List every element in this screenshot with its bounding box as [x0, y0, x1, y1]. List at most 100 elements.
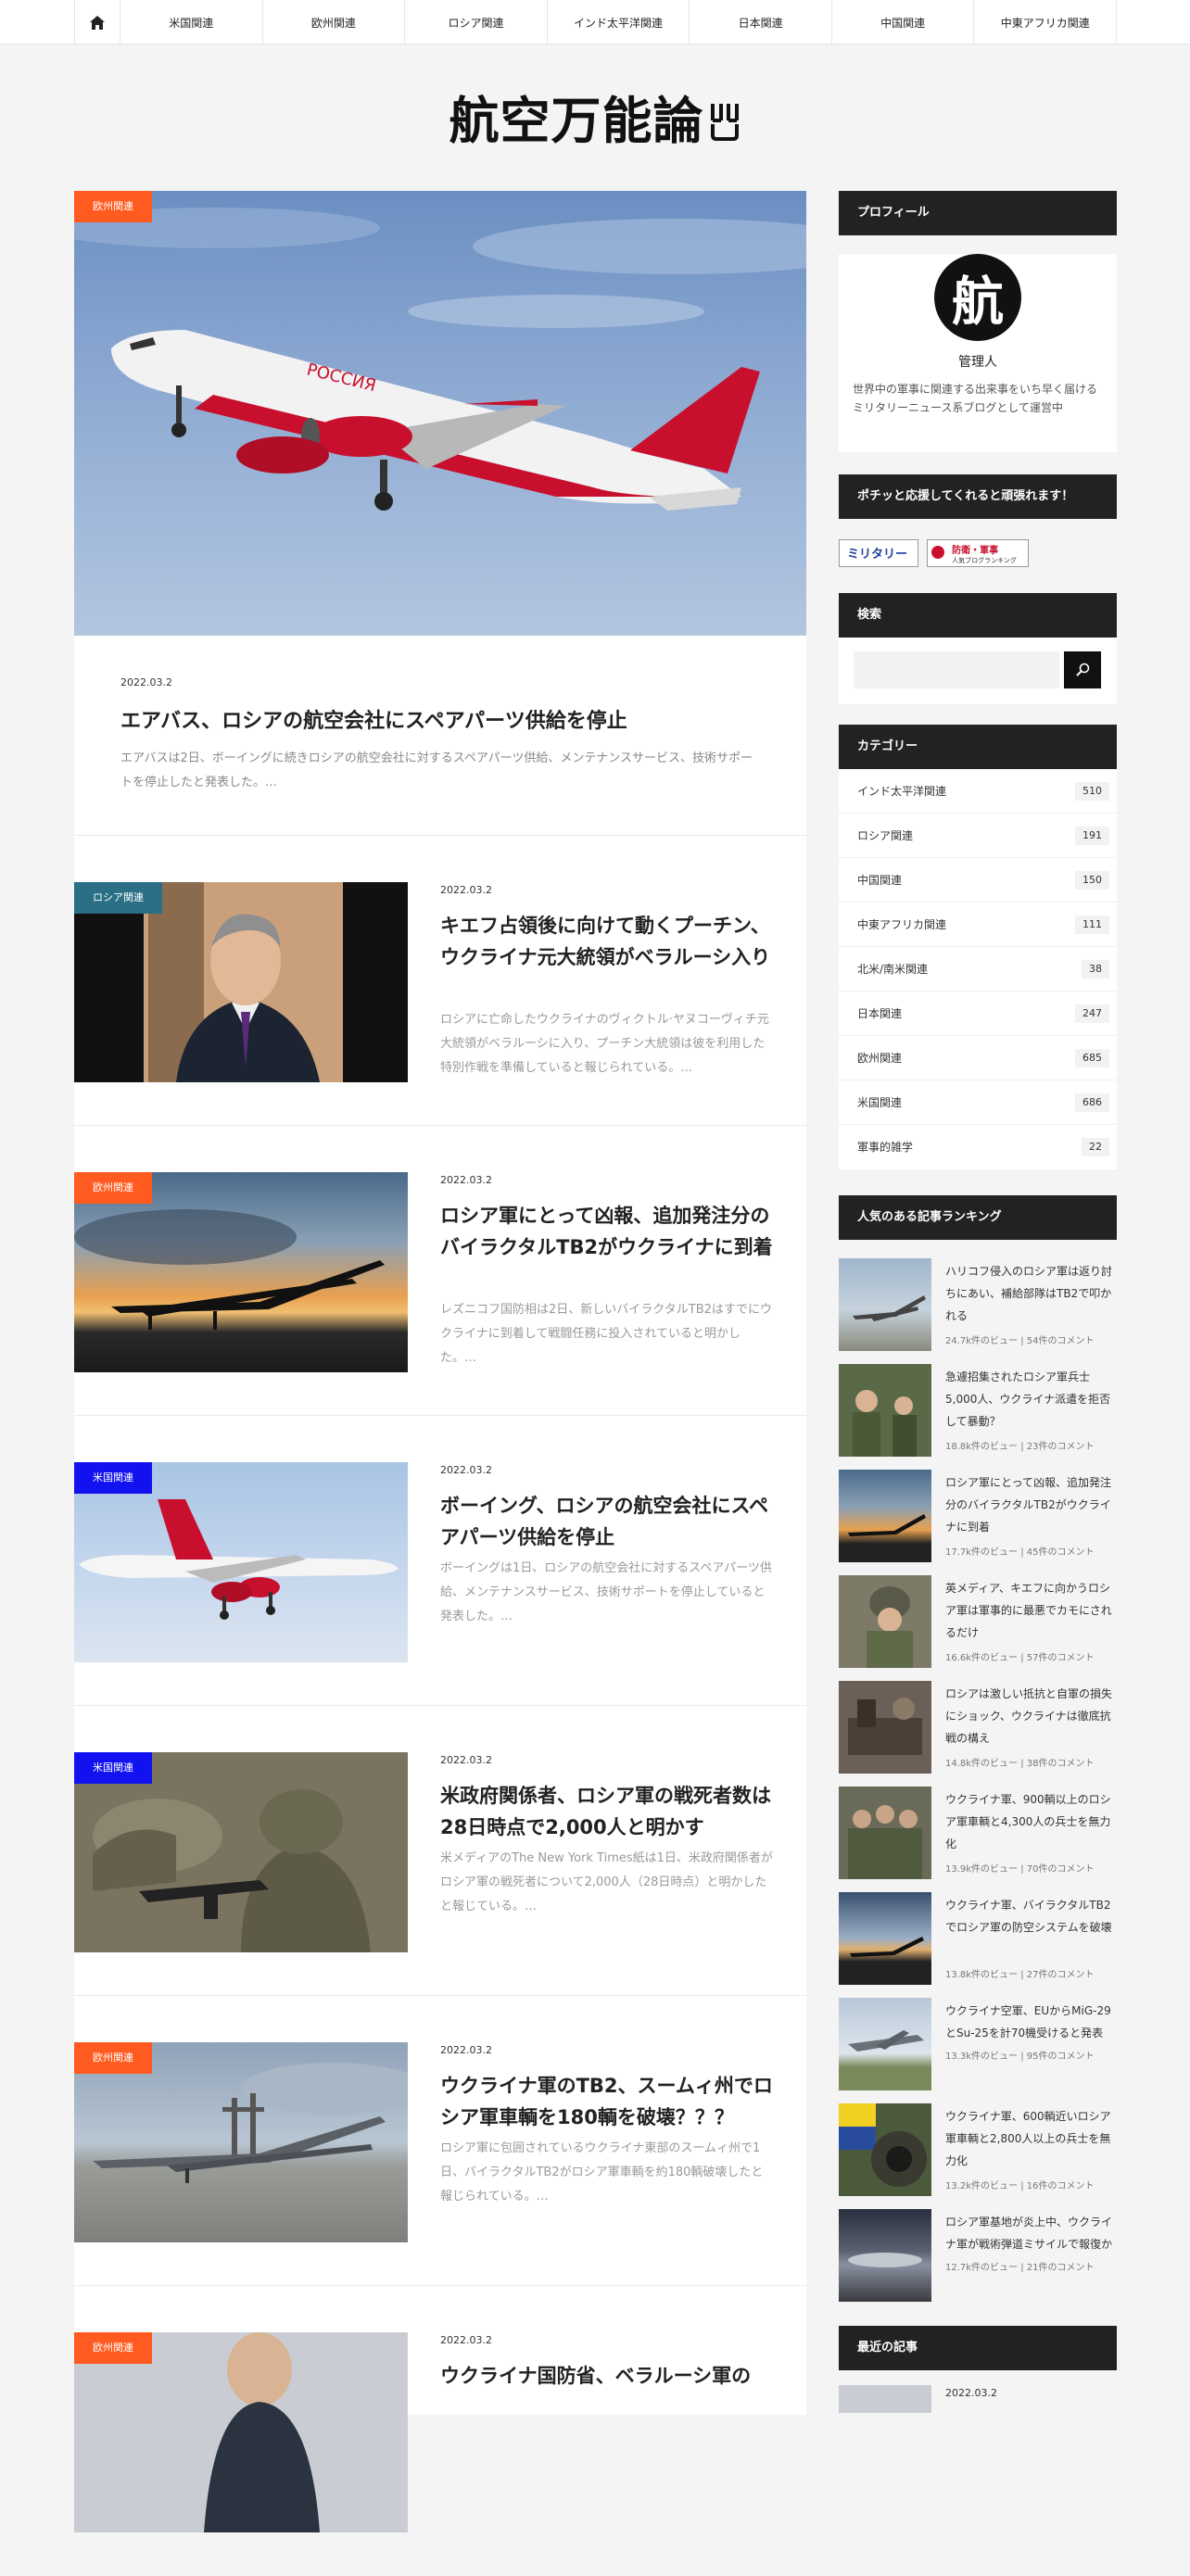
ranking-meta: 13.2k件のビュー | 16件のコメント	[945, 2181, 1095, 2191]
featured-thumbnail[interactable]: РОССИЯ	[74, 191, 806, 636]
ranking-list: ハリコフ侵入のロシア軍は返り討ちにあい、補給部隊はTB2で叩かれる 24.7k件…	[839, 1240, 1117, 2315]
post-title[interactable]: キエフ占領後に向けて動くプーチン、ウクライナ元大統領がベラルーシ入り	[440, 910, 774, 973]
ranking-thumbnail[interactable]	[839, 1258, 931, 1351]
ranking-title[interactable]: ウクライナ軍、バイラクタルTB2でロシア軍の防空システムを破壊	[945, 1894, 1117, 1938]
category-item[interactable]: 中東アフリカ関連 111	[839, 903, 1117, 947]
category-badge[interactable]: 欧州関連	[74, 2332, 152, 2364]
category-name: 北米/南米関連	[857, 963, 929, 976]
nav-item-europe[interactable]: 欧州関連	[263, 0, 406, 44]
ranking-title[interactable]: ウクライナ軍、600輌近いロシア軍車輌と2,800人以上の兵士を無力化	[945, 2105, 1117, 2172]
home-icon[interactable]	[75, 0, 120, 44]
ranking-item[interactable]: ロシア軍基地が炎上中、ウクライナ軍が戦術弾道ミサイルで報復か 12.7k件のビュ…	[839, 2209, 1117, 2315]
article-card[interactable]: 欧州関連 2022.03.2 ウクライナ軍のTB2、スームィ州でロシア軍車輌を1…	[74, 1996, 806, 2286]
category-badge[interactable]: 欧州関連	[74, 191, 152, 222]
widget-title-ranking: 人気のある記事ランキング	[839, 1195, 1117, 1240]
article-card[interactable]: 欧州関連 2022.03.2 ウクライナ国防省、ベラルーシ軍の	[74, 2286, 806, 2576]
category-count: 150	[1075, 871, 1109, 890]
category-badge[interactable]: 欧州関連	[74, 2042, 152, 2074]
ranking-thumbnail[interactable]	[839, 1575, 931, 1668]
ranking-item[interactable]: ウクライナ空軍、EUからMiG-29とSu-25を計70機受けると発表 13.3…	[839, 1998, 1117, 2103]
ranking-title[interactable]: ウクライナ軍、900輌以上のロシア軍車輌と4,300人の兵士を無力化	[945, 1788, 1117, 1855]
category-name: インド太平洋関連	[857, 785, 947, 798]
ranking-title[interactable]: ロシアは激しい抵抗と自軍の損失にショック、ウクライナは徹底抗戦の構え	[945, 1683, 1117, 1749]
ranking-item[interactable]: ウクライナ軍、600輌近いロシア軍車輌と2,800人以上の兵士を無力化 13.2…	[839, 2103, 1117, 2209]
post-excerpt: 米メディアのThe New York Times紙は1日、米政府関係者がロシア軍…	[440, 1851, 773, 1913]
category-badge[interactable]: 米国関連	[74, 1462, 152, 1494]
post-title[interactable]: エアバス、ロシアの航空会社にスペアパーツ供給を停止	[120, 704, 760, 734]
category-item[interactable]: 米国関連 686	[839, 1080, 1117, 1125]
ranking-thumbnail[interactable]	[839, 1681, 931, 1774]
ranking-meta: 18.8k件のビュー | 23件のコメント	[945, 1442, 1095, 1452]
ranking-thumbnail[interactable]	[839, 2209, 931, 2302]
post-title[interactable]: ボーイング、ロシアの航空会社にスペアパーツ供給を停止	[440, 1490, 774, 1553]
banner-label: 防衛・軍事	[952, 546, 999, 556]
post-date: 2022.03.2	[440, 1174, 492, 1186]
featured-article[interactable]: РОССИЯ 欧州関連 2022.03.2 エアバス、ロシアの航空会社にスペアパ…	[74, 191, 806, 836]
ranking-item[interactable]: ハリコフ侵入のロシア軍は返り討ちにあい、補給部隊はTB2で叩かれる 24.7k件…	[839, 1258, 1117, 1364]
article-card[interactable]: ロシア関連 2022.03.2 キエフ占領後に向けて動くプーチン、ウクライナ元大…	[74, 836, 806, 1126]
category-item[interactable]: ロシア関連 191	[839, 814, 1117, 858]
widget-title-categories: カテゴリー	[839, 725, 1117, 769]
nav-item-china[interactable]: 中国関連	[832, 0, 975, 44]
banner-label: ミリタリー	[847, 548, 908, 562]
sidebar: プロフィール 航 管理人 世界中の軍事に関連する出来事をいち早く届けるミリタリー…	[839, 191, 1117, 2413]
nav-item-indo-pacific[interactable]: インド太平洋関連	[548, 0, 690, 44]
ranking-title[interactable]: ウクライナ空軍、EUからMiG-29とSu-25を計70機受けると発表	[945, 2000, 1117, 2044]
ranking-title[interactable]: 急遽招集されたロシア軍兵士5,000人、ウクライナ派遣を拒否して暴動？	[945, 1366, 1117, 1433]
post-excerpt: ロシアに亡命したウクライナのヴィクトル·ヤヌコーヴィチ元大統領がベラルーシに入り…	[440, 1013, 769, 1075]
post-title[interactable]: 米政府関係者、ロシア軍の戦死者数は28日時点で2,000人と明かす	[440, 1780, 774, 1843]
category-count: 38	[1082, 960, 1109, 979]
category-item[interactable]: 中国関連 150	[839, 858, 1117, 903]
ranking-thumbnail[interactable]	[839, 1364, 931, 1457]
ranking-title[interactable]: ロシア軍にとって凶報、追加発注分のバイラクタルTB2がウクライナに到着	[945, 1471, 1117, 1538]
recent-thumbnail[interactable]	[839, 2385, 931, 2413]
category-item[interactable]: 軍事的雑学 22	[839, 1125, 1117, 1169]
ranking-thumbnail[interactable]	[839, 1998, 931, 2090]
category-badge[interactable]: ロシア関連	[74, 882, 162, 914]
post-excerpt: ボーイングは1日、ロシアの航空会社に対するスペアパーツ供給、メンテナンスサービス…	[440, 1561, 772, 1623]
site-logo[interactable]: 航空万能論	[0, 83, 1190, 150]
ranking-title[interactable]: 英メディア、キエフに向かうロシア軍は軍事的に最悪でカモにされるだけ	[945, 1577, 1117, 1644]
ranking-item[interactable]: 英メディア、キエフに向かうロシア軍は軍事的に最悪でカモにされるだけ 16.6k件…	[839, 1575, 1117, 1681]
search-button[interactable]	[1064, 651, 1101, 688]
article-card[interactable]: 米国関連 2022.03.2 米政府関係者、ロシア軍の戦死者数は28日時点で2,…	[74, 1706, 806, 1996]
category-badge[interactable]: 米国関連	[74, 1752, 152, 1784]
ranking-thumbnail[interactable]	[839, 2103, 931, 2196]
category-count: 191	[1075, 827, 1109, 845]
category-item[interactable]: 北米/南米関連 38	[839, 947, 1117, 991]
category-item[interactable]: 日本関連 247	[839, 991, 1117, 1036]
ranking-banner-defense[interactable]: 防衛・軍事 人気ブログランキング	[927, 539, 1030, 567]
nav-item-us[interactable]: 米国関連	[120, 0, 263, 44]
ranking-thumbnail[interactable]	[839, 1470, 931, 1562]
post-date: 2022.03.2	[440, 1754, 492, 1766]
ranking-thumbnail[interactable]	[839, 1892, 931, 1985]
post-excerpt: レズニコフ国防相は2日、新しいバイラクタルTB2はすでにウクライナに到着して戦闘…	[440, 1303, 773, 1365]
nav-item-japan[interactable]: 日本関連	[690, 0, 832, 44]
category-count: 686	[1075, 1093, 1109, 1112]
widget-title-search: 検索	[839, 593, 1117, 638]
top-navigation: 米国関連 欧州関連 ロシア関連 インド太平洋関連 日本関連 中国関連 中東アフリ…	[0, 0, 1190, 44]
ranking-thumbnail[interactable]	[839, 1787, 931, 1879]
ranking-banner-military[interactable]: ミリタリー	[839, 539, 918, 567]
ranking-item[interactable]: 急遽招集されたロシア軍兵士5,000人、ウクライナ派遣を拒否して暴動？ 18.8…	[839, 1364, 1117, 1470]
article-card[interactable]: 欧州関連 2022.03.2 ロシア軍にとって凶報、追加発注分のバイラクタルTB…	[74, 1126, 806, 1416]
ranking-item[interactable]: ウクライナ軍、900輌以上のロシア軍車輌と4,300人の兵士を無力化 13.9k…	[839, 1787, 1117, 1892]
search-input[interactable]	[854, 651, 1059, 688]
post-title[interactable]: ウクライナ軍のTB2、スームィ州でロシア軍車輌を180輌を破壊？？？	[440, 2070, 774, 2133]
nav-item-middle-east-africa[interactable]: 中東アフリカ関連	[974, 0, 1118, 44]
category-item[interactable]: 欧州関連 685	[839, 1036, 1117, 1080]
post-title[interactable]: ロシア軍にとって凶報、追加発注分のバイラクタルTB2がウクライナに到着	[440, 1200, 774, 1263]
ranking-item[interactable]: ロシア軍にとって凶報、追加発注分のバイラクタルTB2がウクライナに到着 17.7…	[839, 1470, 1117, 1575]
ranking-item[interactable]: ウクライナ軍、バイラクタルTB2でロシア軍の防空システムを破壊 13.8k件のビ…	[839, 1892, 1117, 1998]
category-badge[interactable]: 欧州関連	[74, 1172, 152, 1204]
category-item[interactable]: インド太平洋関連 510	[839, 769, 1117, 814]
recent-posts-widget: 2022.03.2	[839, 2370, 1117, 2413]
ranking-item[interactable]: ロシアは激しい抵抗と自軍の損失にショック、ウクライナは徹底抗戦の構え 14.8k…	[839, 1681, 1117, 1787]
nav-item-russia[interactable]: ロシア関連	[405, 0, 548, 44]
ranking-title[interactable]: ハリコフ侵入のロシア軍は返り討ちにあい、補給部隊はTB2で叩かれる	[945, 1260, 1117, 1327]
avatar[interactable]: 航	[934, 254, 1021, 341]
profile-widget: 航 管理人 世界中の軍事に関連する出来事をいち早く届けるミリタリーニュース系ブロ…	[839, 254, 1117, 452]
post-title[interactable]: ウクライナ国防省、ベラルーシ軍の	[440, 2360, 774, 2392]
ranking-title[interactable]: ロシア軍基地が炎上中、ウクライナ軍が戦術弾道ミサイルで報復か	[945, 2211, 1117, 2255]
article-card[interactable]: 米国関連 2022.03.2 ボーイング、ロシアの航空会社にスペアパーツ供給を停…	[74, 1416, 806, 1706]
